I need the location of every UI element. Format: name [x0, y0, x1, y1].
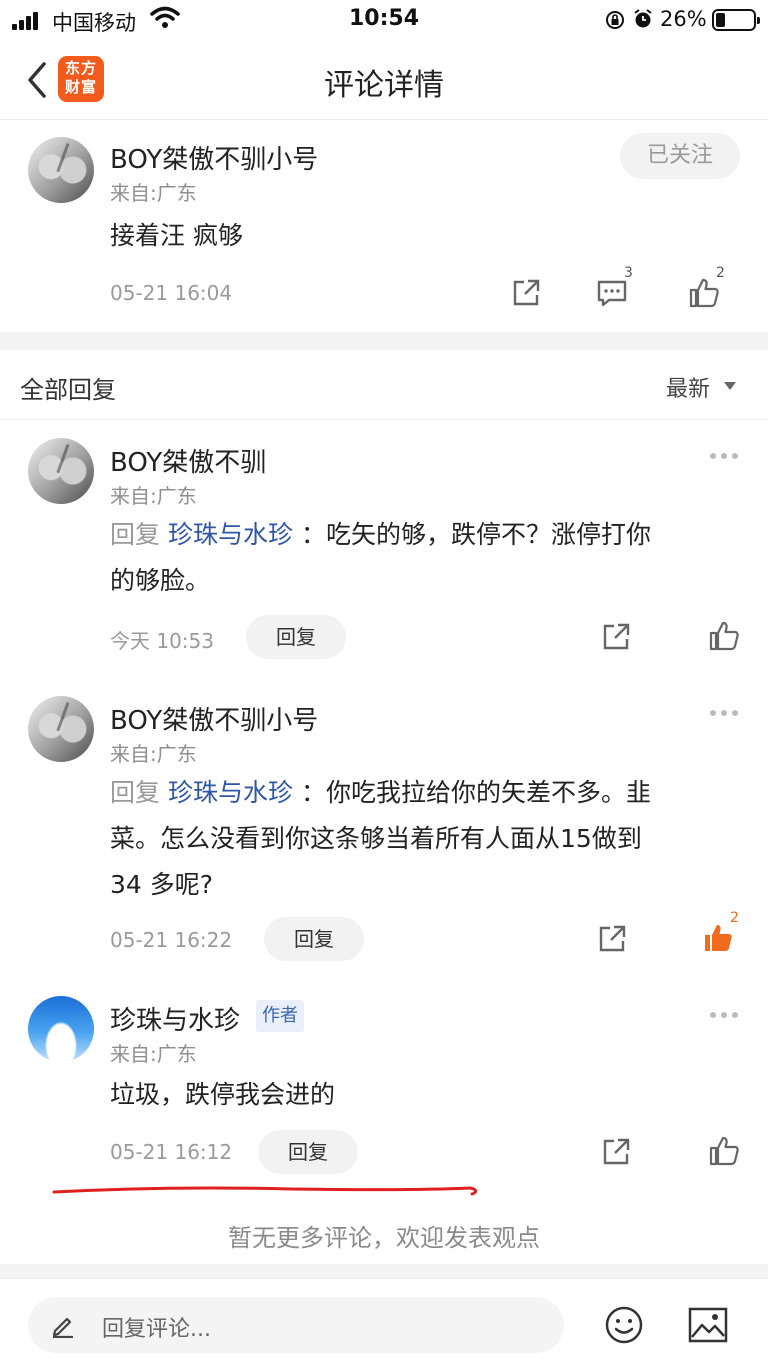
comment-count: 3 [624, 265, 633, 281]
reply-prefix: 回复 [110, 778, 161, 807]
reply-button[interactable]: 回复 [246, 615, 346, 659]
reply-target-user[interactable]: 珍珠与水珍 [168, 520, 293, 549]
like-icon[interactable] [708, 1135, 740, 1167]
reply-username[interactable]: BOY桀傲不驯小号 [110, 700, 318, 737]
reply-time: 05-21 16:12 [110, 1140, 233, 1164]
reply-item: BOY桀傲不驯 来自:广东 回复 珍珠与水珍 ：吃矢的够，跌停不？涨停打你 的够… [0, 420, 768, 680]
nav-bar: 东方 财富 评论详情 [0, 40, 768, 120]
reply-text: 垃圾，跌停我会进的 [110, 1080, 336, 1109]
emoji-icon[interactable] [604, 1305, 644, 1345]
page-title: 评论详情 [324, 68, 444, 103]
reply-item: 珍珠与水珍 作者 来自:广东 垃圾，跌停我会进的 05-21 16:12 回复 [0, 980, 768, 1180]
red-annotation-line [52, 1186, 478, 1196]
reply-text: 回复 珍珠与水珍 ：你吃我拉给你的矢差不多。韭 菜。怎么没看到你这条够当着所有人… [110, 770, 750, 908]
comment-username[interactable]: BOY桀傲不驯小号 [110, 139, 318, 176]
avatar[interactable] [28, 438, 94, 504]
share-icon[interactable] [600, 621, 632, 653]
caret-down-icon[interactable] [724, 382, 736, 390]
reply-text-line: 34 多呢? [110, 870, 214, 899]
replies-header: 全部回复 最新 [0, 350, 768, 420]
battery-icon [712, 9, 760, 31]
reply-location: 来自:广东 [110, 1042, 197, 1066]
reply-username[interactable]: 珍珠与水珍 [110, 1000, 240, 1037]
author-badge: 作者 [256, 1000, 304, 1032]
reply-time: 05-21 16:22 [110, 928, 233, 952]
battery-percent: 26% [660, 7, 707, 31]
reply-text-line: 的够脸。 [110, 566, 211, 595]
reply-text: 回复 珍珠与水珍 ：吃矢的够，跌停不？涨停打你 的够脸。 [110, 512, 740, 604]
avatar[interactable] [28, 137, 94, 203]
reply-text-line: ：你吃我拉给你的矢差不多。韭 [300, 778, 651, 807]
avatar[interactable] [28, 996, 94, 1062]
pen-icon [52, 1317, 73, 1338]
more-options-icon[interactable] [710, 1012, 740, 1020]
like-icon[interactable] [688, 277, 720, 309]
replies-title: 全部回复 [20, 376, 116, 404]
more-options-icon[interactable] [710, 453, 740, 461]
reply-username[interactable]: BOY桀傲不驯 [110, 442, 266, 479]
reply-input[interactable]: 回复评论... [28, 1297, 564, 1353]
reply-location: 来自:广东 [110, 742, 197, 766]
follow-button[interactable]: 已关注 [620, 133, 740, 179]
reply-button[interactable]: 回复 [258, 1130, 358, 1174]
reply-input-placeholder: 回复评论... [102, 1317, 211, 1342]
share-icon[interactable] [596, 923, 628, 955]
no-more-comments: 暂无更多评论，欢迎发表观点 [228, 1224, 540, 1252]
reply-location: 来自:广东 [110, 484, 197, 508]
sort-dropdown[interactable]: 最新 [666, 371, 710, 403]
reply-button[interactable]: 回复 [264, 917, 364, 961]
rotation-lock-icon [606, 11, 624, 29]
comment-time: 05-21 16:04 [110, 281, 233, 305]
reply-time: 今天 10:53 [110, 629, 214, 653]
more-options-icon[interactable] [710, 710, 740, 718]
section-divider [0, 332, 768, 350]
reply-target-user[interactable]: 珍珠与水珍 [168, 778, 293, 807]
share-icon[interactable] [510, 277, 542, 309]
share-icon[interactable] [600, 1136, 632, 1168]
like-icon[interactable] [708, 620, 740, 652]
comment-text: 接着汪 疯够 [110, 221, 243, 250]
comment-icon[interactable] [596, 277, 628, 309]
like-count: 2 [730, 910, 739, 926]
like-count: 2 [716, 265, 725, 281]
avatar[interactable] [28, 696, 94, 762]
section-divider [0, 1264, 768, 1278]
image-icon[interactable] [688, 1307, 728, 1343]
bottom-bar: 回复评论... [0, 1278, 768, 1367]
main-comment: BOY桀傲不驯小号 来自:广东 已关注 接着汪 疯够 05-21 16:04 3… [0, 121, 768, 331]
alarm-icon [634, 9, 652, 28]
reply-prefix: 回复 [110, 520, 161, 549]
comment-location: 来自:广东 [110, 181, 197, 205]
liked-thumb-icon[interactable] [702, 922, 734, 954]
status-bar: 中国移动 10:54 26% [0, 0, 768, 40]
reply-text-line: 菜。怎么没看到你这条够当着所有人面从15做到 [110, 824, 642, 853]
reply-item: BOY桀傲不驯小号 来自:广东 回复 珍珠与水珍 ：你吃我拉给你的矢差不多。韭 … [0, 680, 768, 980]
reply-text-line: ：吃矢的够，跌停不？涨停打你 [300, 520, 651, 549]
